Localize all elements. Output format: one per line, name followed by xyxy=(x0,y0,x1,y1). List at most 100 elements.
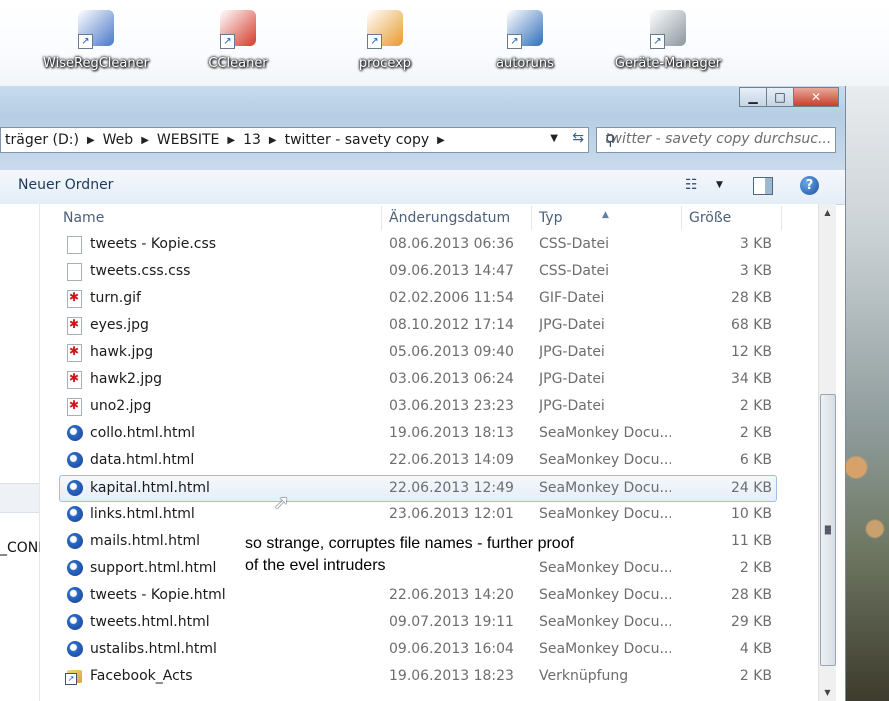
address-row: träger (D:) ▶ Web ▶ WEBSITE ▶ 13 ▶ twitt… xyxy=(0,116,845,170)
file-size: 2 KB xyxy=(739,425,772,441)
shortcut-arrow-icon: ↗ xyxy=(507,34,522,49)
desktop-shortcut-procexp[interactable]: ↗ procexp xyxy=(325,8,445,78)
file-row[interactable]: data.html.html 22.06.2013 14:09 SeaMonkey … xyxy=(60,448,776,473)
nav-selected-item[interactable] xyxy=(0,483,39,513)
file-date: 03.06.2013 06:24 xyxy=(389,371,514,387)
shortcut-arrow-icon: ↗ xyxy=(650,34,665,49)
file-row[interactable]: hawk.jpg 05.06.2013 09:40 JPG-Datei 12 KB xyxy=(60,340,776,365)
seamonkey-document-icon xyxy=(67,614,83,630)
file-date: 08.10.2012 17:14 xyxy=(389,317,514,333)
file-size: 11 KB xyxy=(730,533,772,549)
breadcrumb-drive[interactable]: träger (D:) xyxy=(1,132,83,148)
address-dropdown-icon[interactable]: ▼ xyxy=(550,133,558,144)
file-size: 34 KB xyxy=(730,371,772,387)
annotation-text: so strange, corruptes file names - furth… xyxy=(245,533,574,577)
minimize-button[interactable]: ▁ xyxy=(739,87,767,107)
file-row[interactable]: Facebook_Acts 19.06.2013 18:23 Verknüpfung… xyxy=(60,664,776,689)
seamonkey-document-icon xyxy=(67,506,83,522)
column-divider[interactable] xyxy=(381,206,382,230)
file-row[interactable]: tweets - Kopie.html 22.06.2013 14:20 SeaMo… xyxy=(60,583,776,608)
breadcrumb-twitter-savety-copy[interactable]: twitter - savety copy xyxy=(281,132,434,148)
file-row[interactable]: turn.gif 02.02.2006 11:54 GIF-Datei 28 KB xyxy=(60,286,776,311)
file-row[interactable]: tweets.html.html 09.07.2013 19:11 SeaMonke… xyxy=(60,610,776,635)
title-bar[interactable]: ▁ □ ✕ xyxy=(0,86,845,116)
breadcrumb-website[interactable]: WEBSITE xyxy=(153,132,223,148)
file-row[interactable]: hawk2.jpg 03.06.2013 06:24 JPG-Datei 34 KB xyxy=(60,367,776,392)
breadcrumb-separator-icon[interactable]: ▶ xyxy=(83,135,99,146)
column-divider[interactable] xyxy=(681,206,682,230)
desktop-shortcut-ccleaner[interactable]: ↗ CCleaner xyxy=(178,8,298,78)
shortcut-arrow-icon: ↗ xyxy=(220,34,235,49)
column-type[interactable]: Typ xyxy=(539,210,563,226)
file-type: SeaMonkey Docu... xyxy=(539,506,671,522)
file-size: 12 KB xyxy=(730,344,772,360)
navigation-pane[interactable]: _CONI xyxy=(0,204,42,701)
view-options-icon[interactable]: ☷ xyxy=(685,177,698,193)
file-type: SeaMonkey Docu... xyxy=(539,480,671,496)
file-date: 22.06.2013 12:49 xyxy=(389,480,514,496)
sort-ascending-icon: ▲ xyxy=(602,210,609,220)
scroll-thumb[interactable]: ▬ ▬ ▬ xyxy=(820,394,836,666)
file-row[interactable]: kapital.html.html 22.06.2013 12:49 SeaMonk… xyxy=(59,475,777,502)
scroll-down-icon[interactable]: ▼ xyxy=(819,684,836,701)
breadcrumb-web[interactable]: Web xyxy=(99,132,138,148)
file-row[interactable]: eyes.jpg 08.10.2012 17:14 JPG-Datei 68 KB xyxy=(60,313,776,338)
breadcrumb-separator-icon[interactable]: ▶ xyxy=(433,135,449,146)
image-file-icon xyxy=(67,344,82,362)
search-icon[interactable]: ⚲ xyxy=(605,131,831,149)
file-name: hawk.jpg xyxy=(90,344,154,360)
close-button[interactable]: ✕ xyxy=(793,87,839,107)
file-type: JPG-Datei xyxy=(539,317,605,333)
search-input[interactable]: twitter - savety copy durchsuc... ⚲ xyxy=(596,127,836,153)
column-name[interactable]: Name xyxy=(63,210,104,226)
file-name: hawk2.jpg xyxy=(90,371,163,387)
column-divider[interactable] xyxy=(531,206,532,230)
breadcrumb-separator-icon[interactable]: ▶ xyxy=(265,135,281,146)
file-name: support.html.html xyxy=(90,560,217,576)
nav-item-partial[interactable]: _CONI xyxy=(0,540,42,556)
file-type: SeaMonkey Docu... xyxy=(539,587,671,603)
file-name: eyes.jpg xyxy=(90,317,149,333)
new-folder-button[interactable]: Neuer Ordner xyxy=(18,177,113,193)
file-type: CSS-Datei xyxy=(539,236,609,252)
file-row[interactable]: ustalibs.html.html 09.06.2013 16:04 SeaMon… xyxy=(60,637,776,662)
column-divider[interactable] xyxy=(781,206,782,230)
vertical-scrollbar[interactable]: ▲ ▬ ▬ ▬ ▼ xyxy=(818,204,836,701)
column-date[interactable]: Änderungsdatum xyxy=(389,210,510,226)
file-row[interactable]: collo.html.html 19.06.2013 18:13 SeaMonkey… xyxy=(60,421,776,446)
breadcrumb-separator-icon[interactable]: ▶ xyxy=(137,135,153,146)
preview-pane-icon[interactable] xyxy=(753,177,773,195)
css-file-icon xyxy=(67,236,82,254)
file-name: tweets - Kopie.html xyxy=(90,587,226,603)
file-row[interactable]: links.html.html 23.06.2013 12:01 SeaMonkey… xyxy=(60,502,776,527)
window-controls: ▁ □ ✕ xyxy=(739,87,839,107)
file-size: 68 KB xyxy=(730,317,772,333)
file-row[interactable]: uno2.jpg 03.06.2013 23:23 JPG-Datei 2 KB xyxy=(60,394,776,419)
refresh-icon[interactable]: ⇆ xyxy=(572,130,584,146)
address-bar[interactable]: träger (D:) ▶ Web ▶ WEBSITE ▶ 13 ▶ twitt… xyxy=(0,127,589,153)
desktop-shortcut-device-manager[interactable]: ↗ Geräte-Manager xyxy=(608,8,728,78)
image-file-icon xyxy=(67,371,82,389)
file-size: 4 KB xyxy=(739,641,772,657)
file-type: JPG-Datei xyxy=(539,371,605,387)
file-row[interactable]: tweets - Kopie.css 08.06.2013 06:36 CSS-Da… xyxy=(60,232,776,257)
seamonkey-document-icon xyxy=(67,641,83,657)
desktop-shortcut-wiseregcleaner[interactable]: ↗ WiseRegCleaner xyxy=(36,8,156,78)
maximize-button[interactable]: □ xyxy=(766,87,794,107)
view-dropdown-icon[interactable]: ▼ xyxy=(716,180,723,190)
breadcrumb-13[interactable]: 13 xyxy=(239,132,265,148)
desktop-shortcut-autoruns[interactable]: ↗ autoruns xyxy=(465,8,585,78)
file-row[interactable]: tweets.css.css 09.06.2013 14:47 CSS-Datei 3… xyxy=(60,259,776,284)
file-size: 6 KB xyxy=(739,452,772,468)
shortcut-icon xyxy=(65,670,82,685)
file-size: 2 KB xyxy=(739,668,772,684)
image-file-icon xyxy=(67,398,82,416)
file-name: ustalibs.html.html xyxy=(90,641,217,657)
column-size[interactable]: Größe xyxy=(689,210,731,226)
seamonkey-document-icon xyxy=(67,560,83,576)
help-icon[interactable]: ? xyxy=(800,176,819,195)
column-header: Name Änderungsdatum Typ ▲ Größe xyxy=(40,204,818,232)
scroll-up-icon[interactable]: ▲ xyxy=(819,204,836,221)
breadcrumb-separator-icon[interactable]: ▶ xyxy=(223,135,239,146)
file-date: 09.07.2013 19:11 xyxy=(389,614,514,630)
